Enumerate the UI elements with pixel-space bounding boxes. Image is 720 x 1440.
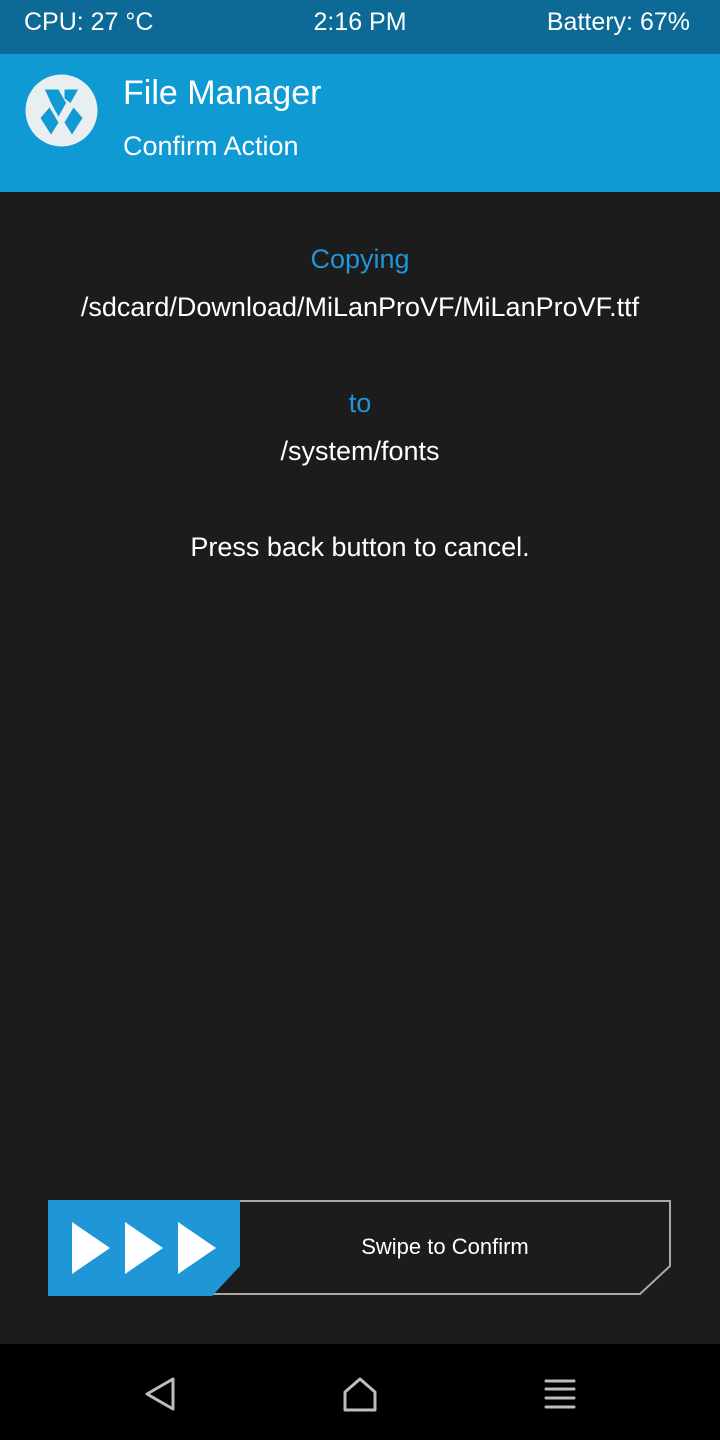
battery-level: Battery: 67% bbox=[546, 8, 690, 36]
swipe-to-confirm-slider[interactable]: Swipe to Confirm bbox=[48, 1200, 672, 1296]
slider-label: Swipe to Confirm bbox=[361, 1234, 529, 1259]
twrp-logo-icon bbox=[25, 74, 98, 147]
navigation-bar bbox=[0, 1344, 720, 1440]
menu-lines-icon[interactable] bbox=[540, 1374, 580, 1414]
cancel-hint: Press back button to cancel. bbox=[190, 532, 530, 562]
source-path: /sdcard/Download/MiLanProVF/MiLanProVF.t… bbox=[80, 292, 640, 322]
app-header: File Manager Confirm Action bbox=[0, 54, 720, 192]
page-title: File Manager bbox=[123, 74, 322, 112]
page-subtitle: Confirm Action bbox=[123, 131, 299, 161]
back-triangle-icon[interactable] bbox=[141, 1374, 181, 1414]
slider-handle[interactable] bbox=[48, 1200, 240, 1296]
status-bar: CPU: 27 °C 2:16 PM Battery: 67% bbox=[0, 0, 720, 54]
to-label: to bbox=[348, 388, 372, 418]
destination-path: /system/fonts bbox=[280, 436, 440, 466]
action-label: Copying bbox=[310, 244, 410, 274]
home-icon[interactable] bbox=[340, 1374, 380, 1414]
